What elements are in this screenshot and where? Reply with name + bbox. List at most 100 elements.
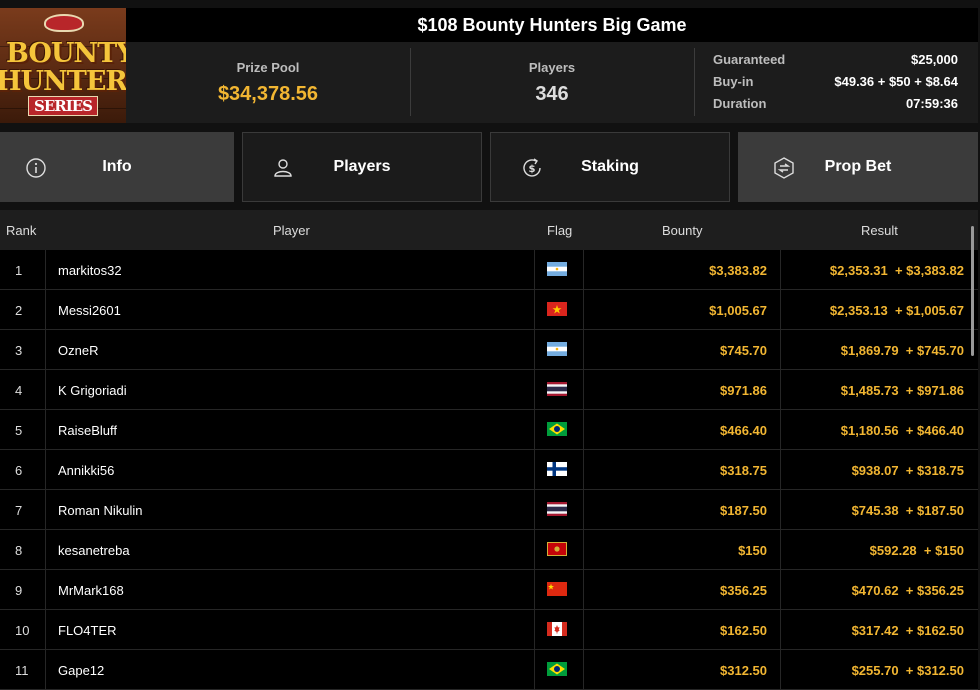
result-cell: $2,353.31 + $3,383.82 (829, 263, 964, 278)
tab-staking-label: Staking (581, 158, 639, 175)
rank-cell: 2 (15, 303, 23, 318)
players-value: 346 (535, 83, 569, 105)
table-row[interactable]: 2 Messi2601 $1,005.67 $2,353.13 + $1,005.67 (0, 290, 978, 330)
col-rank[interactable]: Rank (6, 223, 36, 238)
bounty-cell: $150 (738, 543, 767, 558)
prize-pool-label: Prize Pool (236, 60, 300, 75)
rank-cell: 10 (15, 623, 30, 638)
result-cell: $1,485.73 + $971.86 (840, 383, 964, 398)
col-flag[interactable]: Flag (547, 223, 572, 238)
bounty-cell: $3,383.82 (709, 263, 767, 278)
rank-cell: 4 (15, 383, 23, 398)
table-row[interactable]: 5 RaiseBluff $466.40 $1,180.56 + $466.40 (0, 410, 978, 450)
finland-flag-icon (547, 462, 567, 476)
rank-cell: 5 (15, 423, 23, 438)
table-scrollbar[interactable] (971, 226, 974, 356)
tab-staking[interactable]: $ Staking (490, 132, 730, 202)
montenegro-flag-icon (547, 542, 567, 556)
dollar-circle-icon: $ (523, 158, 541, 177)
players-stat: Players 346 (410, 42, 694, 123)
tab-prop-bet-label: Prop Bet (824, 158, 892, 175)
bounty-cell: $1,005.67 (709, 303, 767, 318)
prize-pool-value: $34,378.56 (217, 83, 319, 105)
result-cell: $1,180.56 + $466.40 (840, 423, 964, 438)
result-cell: $745.38 + $187.50 (851, 503, 964, 518)
user-icon (274, 159, 292, 177)
tab-bar: Info Players $ Staking Prop Bet (0, 132, 980, 202)
player-name[interactable]: OzneR (58, 343, 98, 358)
tournament-details: Guaranteed $25,000 Buy-in $49.36 + $50 +… (713, 52, 958, 118)
player-name[interactable]: K Grigoriadi (58, 383, 127, 398)
table-row[interactable]: 7 Roman Nikulin $187.50 $745.38 + $187.50 (0, 490, 978, 530)
tab-players[interactable]: Players (242, 132, 482, 202)
tournament-title: $108 Bounty Hunters Big Game (126, 8, 978, 42)
rank-cell: 9 (15, 583, 23, 598)
result-cell: $255.70 + $312.50 (851, 663, 964, 678)
table-row[interactable]: 9 MrMark168 $356.25 $470.62 + $356.25 (0, 570, 978, 610)
brazil-flag-icon (547, 422, 567, 436)
bounty-cell: $971.86 (720, 383, 767, 398)
tab-players-label: Players (333, 158, 391, 175)
result-cell: $592.28 + $150 (869, 543, 964, 558)
logo-word-series: SERIES (28, 96, 99, 116)
table-row[interactable]: 6 Annikki56 $318.75 $938.07 + $318.75 (0, 450, 978, 490)
prop-bet-icon (774, 157, 794, 179)
table-row[interactable]: 11 Gape12 $312.50 $255.70 + $312.50 (0, 650, 978, 690)
player-name[interactable]: kesanetreba (58, 543, 130, 558)
bounty-cell: $162.50 (720, 623, 767, 638)
china-flag-icon (547, 582, 567, 596)
detail-buy-in: Buy-in $49.36 + $50 + $8.64 (713, 74, 958, 89)
player-name[interactable]: Messi2601 (58, 303, 121, 318)
argentina-flag-icon (547, 342, 567, 356)
table-header: Rank Player Flag Bounty Result (0, 210, 978, 250)
player-name[interactable]: Gape12 (58, 663, 104, 678)
logo-word-bounty: BOUNTY (6, 38, 126, 69)
tournament-stats: Prize Pool $34,378.56 Players 346 Guaran… (126, 42, 978, 123)
player-name[interactable]: markitos32 (58, 263, 122, 278)
rank-cell: 11 (15, 663, 29, 678)
table-row[interactable]: 1 markitos32 $3,383.82 $2,353.31 + $3,383.8… (0, 250, 978, 290)
table-row[interactable]: 8 kesanetreba $150 $592.28 + $150 (0, 530, 978, 570)
rank-cell: 6 (15, 463, 23, 478)
table-row[interactable]: 10 FLO4TER $162.50 $317.42 + $162.50 (0, 610, 978, 650)
player-name[interactable]: Annikki56 (58, 463, 114, 478)
argentina-flag-icon (547, 262, 567, 276)
players-label: Players (528, 60, 576, 75)
logo-word-hunters: HUNTERS (0, 66, 126, 97)
rank-cell: 1 (15, 263, 23, 278)
svg-text:$: $ (529, 164, 536, 175)
tab-info[interactable]: Info (0, 132, 234, 202)
detail-guaranteed: Guaranteed $25,000 (713, 52, 958, 67)
player-name[interactable]: Roman Nikulin (58, 503, 143, 518)
info-icon (26, 158, 46, 178)
vietnam-flag-icon (547, 302, 567, 316)
poker-chip-icon (44, 14, 84, 32)
result-cell: $938.07 + $318.75 (851, 463, 964, 478)
player-name[interactable]: FLO4TER (58, 623, 117, 638)
brazil-flag-icon (547, 662, 567, 676)
detail-duration: Duration 07:59:36 (713, 96, 958, 111)
col-result[interactable]: Result (861, 223, 898, 238)
table-row[interactable]: 3 OzneR $745.70 $1,869.79 + $745.70 (0, 330, 978, 370)
table-body: 1 markitos32 $3,383.82 $2,353.31 + $3,383.8… (0, 250, 978, 690)
col-player[interactable]: Player (273, 223, 310, 238)
rank-cell: 7 (15, 503, 23, 518)
results-table: Rank Player Flag Bounty Result 1 markitos… (0, 210, 980, 690)
bounty-cell: $466.40 (720, 423, 767, 438)
bounty-cell: $356.25 (720, 583, 767, 598)
col-bounty[interactable]: Bounty (662, 223, 702, 238)
bounty-cell: $312.50 (720, 663, 767, 678)
tab-info-label: Info (102, 158, 132, 175)
result-cell: $317.42 + $162.50 (851, 623, 964, 638)
player-name[interactable]: RaiseBluff (58, 423, 117, 438)
tab-prop-bet[interactable]: Prop Bet (738, 132, 978, 202)
thailand-flag-icon (547, 382, 567, 396)
bounty-cell: $187.50 (720, 503, 767, 518)
bounty-hunters-logo: BOUNTY HUNTERS SERIES (0, 8, 126, 123)
prize-pool-stat: Prize Pool $34,378.56 (126, 42, 410, 123)
rank-cell: 3 (15, 343, 23, 358)
table-row[interactable]: 4 K Grigoriadi $971.86 $1,485.73 + $971.86 (0, 370, 978, 410)
canada-flag-icon (547, 622, 567, 636)
thailand-flag-icon (547, 502, 567, 516)
player-name[interactable]: MrMark168 (58, 583, 124, 598)
